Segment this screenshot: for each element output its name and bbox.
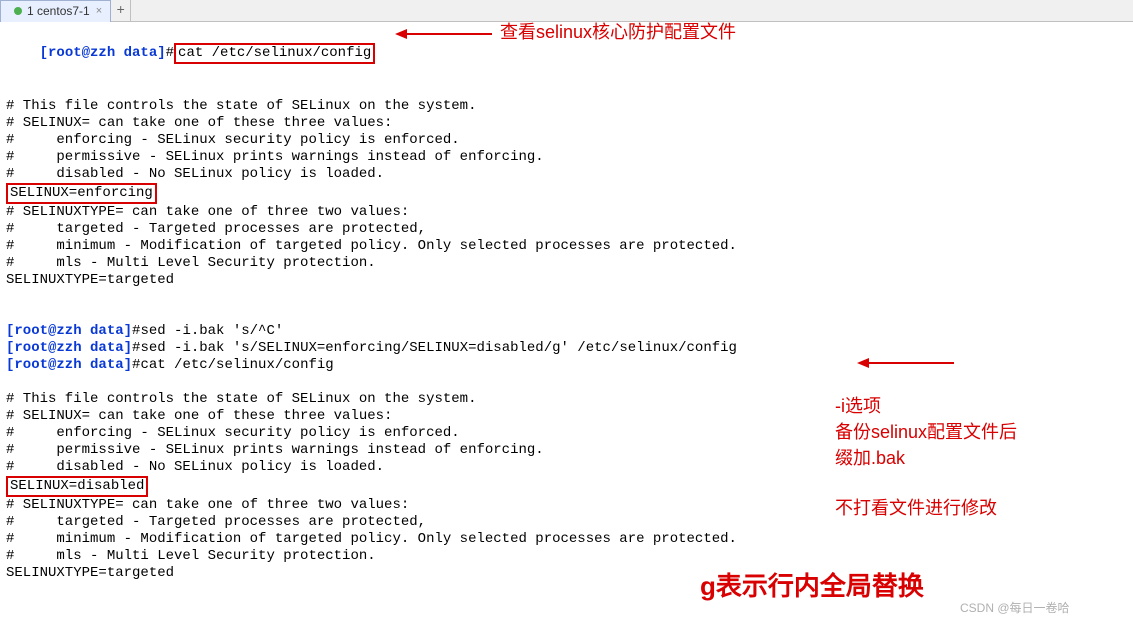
output-line: # targeted - Targeted processes are prot… — [6, 221, 1127, 238]
output-line — [6, 374, 1127, 391]
command-highlight-box: cat /etc/selinux/config — [174, 43, 375, 64]
status-dot-icon — [14, 7, 22, 15]
add-tab-button[interactable]: + — [111, 0, 131, 21]
annotation-g-global: g表示行内全局替换 — [700, 578, 924, 595]
terminal-output[interactable]: [root@zzh data]#cat /etc/selinux/config … — [0, 22, 1133, 586]
shell-prompt: [root@zzh data] — [40, 45, 166, 61]
selinux-disabled-box: SELINUX=disabled — [6, 476, 148, 497]
output-line: # This file controls the state of SELinu… — [6, 98, 1127, 115]
output-line: # minimum - Modification of targeted pol… — [6, 238, 1127, 255]
prompt-hash: # — [166, 45, 174, 61]
output-line: # disabled - No SELinux policy is loaded… — [6, 166, 1127, 183]
shell-prompt: [root@zzh data] — [6, 357, 132, 373]
annotation-view-config: 查看selinux核心防护配置文件 — [500, 24, 736, 41]
terminal-tab[interactable]: 1 centos7-1 × — [0, 0, 111, 22]
shell-prompt: [root@zzh data] — [6, 323, 132, 339]
command-text: sed -i.bak 's/SELINUX=enforcing/SELINUX=… — [140, 340, 737, 356]
arrow-line — [869, 362, 954, 364]
output-line: # mls - Multi Level Security protection. — [6, 548, 1127, 565]
output-line: # enforcing - SELinux security policy is… — [6, 132, 1127, 149]
annotation-backup: 备份selinux配置文件后 — [835, 424, 1017, 441]
command-text: cat /etc/selinux/config — [140, 357, 333, 373]
output-line: SELINUXTYPE=targeted — [6, 565, 1127, 582]
close-icon[interactable]: × — [96, 5, 102, 17]
output-line: # This file controls the state of SELinu… — [6, 391, 1127, 408]
output-line: SELINUXTYPE=targeted — [6, 272, 1127, 289]
command-text: sed -i.bak 's/^C' — [140, 323, 283, 339]
selinux-value: SELINUX=enforcing — [10, 185, 153, 201]
watermark: CSDN @每日一卷哈 — [960, 600, 1070, 617]
output-line: # SELINUX= can take one of these three v… — [6, 115, 1127, 132]
output-line: # minimum - Modification of targeted pol… — [6, 531, 1127, 548]
selinux-value: SELINUX=disabled — [10, 478, 144, 494]
command-text: cat /etc/selinux/config — [178, 45, 371, 61]
arrow-left-icon — [395, 29, 407, 39]
output-line: # permissive - SELinux prints warnings i… — [6, 442, 1127, 459]
shell-prompt: [root@zzh data] — [6, 340, 132, 356]
annotation-bak-suffix: 缀加.bak — [835, 450, 905, 467]
command-line: [root@zzh data]#cat /etc/selinux/config — [6, 357, 1127, 374]
annotation-i-option: -i选项 — [835, 398, 881, 415]
output-line: # permissive - SELinux prints warnings i… — [6, 149, 1127, 166]
output-line — [6, 289, 1127, 306]
tab-bar: 1 centos7-1 × + — [0, 0, 1133, 22]
selinux-enforcing-box: SELINUX=enforcing — [6, 183, 157, 204]
output-line: # SELINUXTYPE= can take one of three two… — [6, 204, 1127, 221]
tab-title: 1 centos7-1 — [27, 4, 90, 18]
output-line: # disabled - No SELinux policy is loaded… — [6, 459, 1127, 476]
arrow-line — [407, 33, 492, 35]
output-line — [6, 81, 1127, 98]
command-line: [root@zzh data]#sed -i.bak 's/^C' — [6, 323, 1127, 340]
output-line: # mls - Multi Level Security protection. — [6, 255, 1127, 272]
output-line — [6, 306, 1127, 323]
annotation-no-open: 不打看文件进行修改 — [835, 500, 997, 517]
arrow-left-icon — [857, 358, 869, 368]
command-line: [root@zzh data]#sed -i.bak 's/SELINUX=en… — [6, 340, 1127, 357]
